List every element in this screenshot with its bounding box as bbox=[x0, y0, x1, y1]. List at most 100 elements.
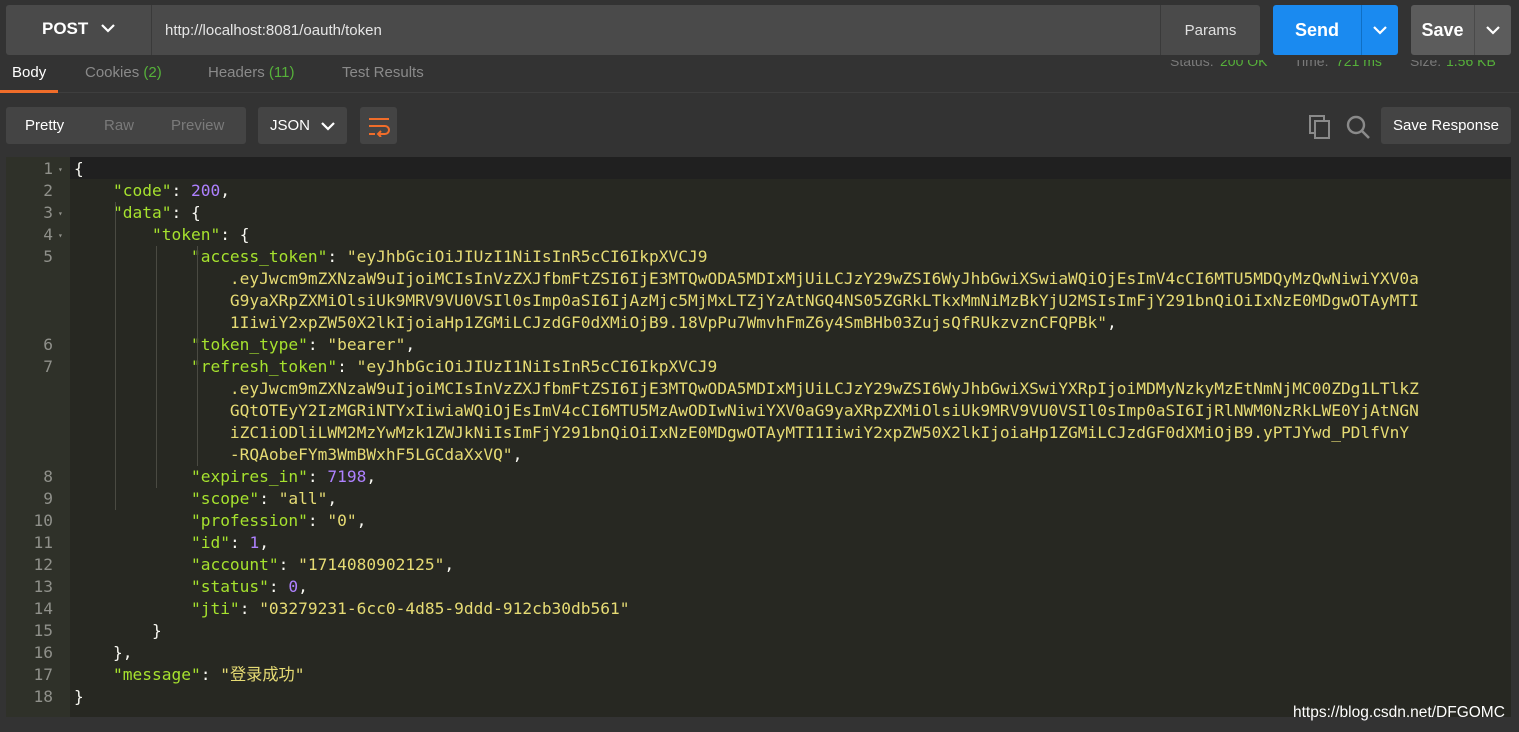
tab-test-results[interactable]: Test Results bbox=[342, 64, 424, 93]
code-token: "bearer" bbox=[327, 335, 406, 354]
line-number: 6 bbox=[43, 335, 53, 354]
view-raw[interactable]: Raw bbox=[104, 117, 134, 134]
tab-headers[interactable]: Headers (11) bbox=[208, 64, 294, 93]
fold-arrow-icon[interactable]: ▾ bbox=[58, 166, 66, 174]
line-number: 17 bbox=[33, 665, 54, 684]
line-number: 7 bbox=[43, 357, 53, 376]
tab-cookies[interactable]: Cookies (2) bbox=[85, 64, 162, 93]
chevron-down-icon bbox=[101, 24, 115, 33]
view-mode-group: Pretty Raw Preview bbox=[6, 107, 246, 144]
code-token: -RQAobeFYm3WmBWxhF5LGCdaXxVQ" bbox=[74, 445, 513, 464]
code-line: }, bbox=[74, 642, 133, 664]
code-token: , bbox=[298, 577, 308, 596]
line-number: 5 bbox=[43, 247, 53, 266]
code-line: .eyJwcm9mZXNzaW9uIjoiMCIsInVzZXJfbmFtZSI… bbox=[74, 378, 1419, 400]
save-button[interactable]: Save bbox=[1411, 5, 1474, 55]
tab-count: (11) bbox=[268, 64, 295, 81]
code-token: : bbox=[278, 555, 299, 574]
code-line: } bbox=[74, 686, 84, 708]
format-select[interactable]: JSON bbox=[258, 107, 347, 144]
view-preview[interactable]: Preview bbox=[171, 117, 224, 134]
save-options-button[interactable] bbox=[1474, 5, 1511, 55]
wrap-lines-button[interactable] bbox=[360, 107, 397, 144]
code-token: , bbox=[220, 181, 230, 200]
code-line: "message": "登录成功" bbox=[74, 664, 304, 686]
code-token: , bbox=[259, 533, 269, 552]
code-token: "code" bbox=[112, 181, 172, 200]
code-token: } bbox=[74, 621, 162, 640]
code-token: , bbox=[512, 445, 523, 464]
indent-guide bbox=[197, 246, 198, 466]
code-line: GQtOTEyY2IzMGRiNTYxIiwiaWQiOjEsImV4cCI6M… bbox=[74, 400, 1419, 422]
response-body-viewer[interactable]: 1 ▾ 2 3 ▾ 4 ▾ 5 6 7 8 9 10 11 12 13 14 15 16 17 18 { "code":… bbox=[6, 157, 1511, 717]
code-token: : bbox=[337, 357, 357, 376]
code-token: { bbox=[74, 159, 84, 178]
code-token: "scope" bbox=[190, 489, 260, 508]
fold-arrow-icon[interactable]: ▾ bbox=[58, 232, 66, 240]
code-line: "token_type": "bearer", bbox=[74, 334, 415, 356]
code-line: iZC1iODliLWM2MzYwMzk1ZWJkNiIsImFjY291bnQ… bbox=[74, 422, 1409, 444]
line-number: 2 bbox=[43, 181, 53, 200]
url-input[interactable] bbox=[151, 5, 1160, 55]
send-options-button[interactable] bbox=[1361, 5, 1398, 55]
search-button[interactable] bbox=[1344, 113, 1372, 141]
search-icon bbox=[1346, 115, 1370, 139]
code-token: : { bbox=[171, 203, 201, 222]
code-token: 1IiwiY2xpZW50X2lkIjoiaHp1ZGMiLCJzdGF0dXM… bbox=[74, 313, 1108, 332]
code-token: : { bbox=[220, 225, 250, 244]
copy-icon bbox=[1309, 115, 1330, 139]
chevron-down-icon bbox=[321, 122, 335, 131]
code-line: "id": 1, bbox=[74, 532, 269, 554]
copy-button[interactable] bbox=[1306, 113, 1334, 141]
response-meta: Status: 200 OK Time: 721 ms Size: 1.56 K… bbox=[1168, 60, 1508, 74]
code-token: "登录成功" bbox=[220, 665, 305, 684]
watermark: https://blog.csdn.net/DFGOMC bbox=[1293, 704, 1505, 721]
status-value: 200 OK bbox=[1220, 60, 1268, 69]
code-token: : bbox=[239, 599, 260, 618]
save-response-button[interactable]: Save Response bbox=[1381, 107, 1511, 144]
code-line: "refresh_token": "eyJhbGciOiJIUzI1NiIsIn… bbox=[74, 356, 717, 378]
code-line: "scope": "all", bbox=[74, 488, 337, 510]
code-token: "03279231-6cc0-4d85-9ddd-912cb30db561" bbox=[259, 599, 630, 618]
response-tabs: Body Cookies (2) Headers (11) Test Resul… bbox=[0, 60, 1519, 93]
code-token: 1 bbox=[249, 533, 260, 552]
code-token: : bbox=[327, 247, 347, 266]
code-line: G9yaXRpZXMiOlsiUk9MRV9VU0VSIl0sImp0aSI6I… bbox=[74, 290, 1419, 312]
code-token: , bbox=[327, 489, 338, 508]
code-token: GQtOTEyY2IzMGRiNTYxIiwiaWQiOjEsImV4cCI6M… bbox=[74, 401, 1419, 420]
code-token: : bbox=[200, 665, 221, 684]
code-token: 7198 bbox=[327, 467, 367, 486]
code-token: "jti" bbox=[190, 599, 240, 618]
code-token: "id" bbox=[190, 533, 230, 552]
code-token: "account" bbox=[190, 555, 279, 574]
fold-arrow-icon[interactable]: ▾ bbox=[58, 210, 66, 218]
time-value: 721 ms bbox=[1336, 60, 1382, 69]
line-number: 8 bbox=[43, 467, 53, 486]
code-line: .eyJwcm9mZXNzaW9uIjoiMCIsInVzZXJfbmFtZSI… bbox=[74, 268, 1419, 290]
code-line: "profession": "0", bbox=[74, 510, 366, 532]
tab-body[interactable]: Body bbox=[0, 64, 59, 93]
send-button[interactable]: Send bbox=[1273, 5, 1361, 55]
code-line: "code": 200, bbox=[74, 180, 230, 202]
code-line: "data": { bbox=[74, 202, 201, 224]
code-token: : bbox=[171, 181, 191, 200]
code-token: 0 bbox=[288, 577, 299, 596]
chevron-down-icon bbox=[1486, 26, 1500, 35]
code-token: 200 bbox=[190, 181, 221, 200]
view-pretty[interactable]: Pretty bbox=[25, 117, 64, 134]
line-number: 3 bbox=[43, 203, 53, 222]
method-select[interactable]: POST bbox=[6, 5, 151, 55]
line-number: 1 bbox=[43, 159, 53, 178]
code-token: "expires_in" bbox=[190, 467, 308, 486]
code-token: , bbox=[444, 555, 455, 574]
params-button[interactable]: Params bbox=[1160, 5, 1260, 55]
tab-count: (2) bbox=[143, 64, 162, 81]
